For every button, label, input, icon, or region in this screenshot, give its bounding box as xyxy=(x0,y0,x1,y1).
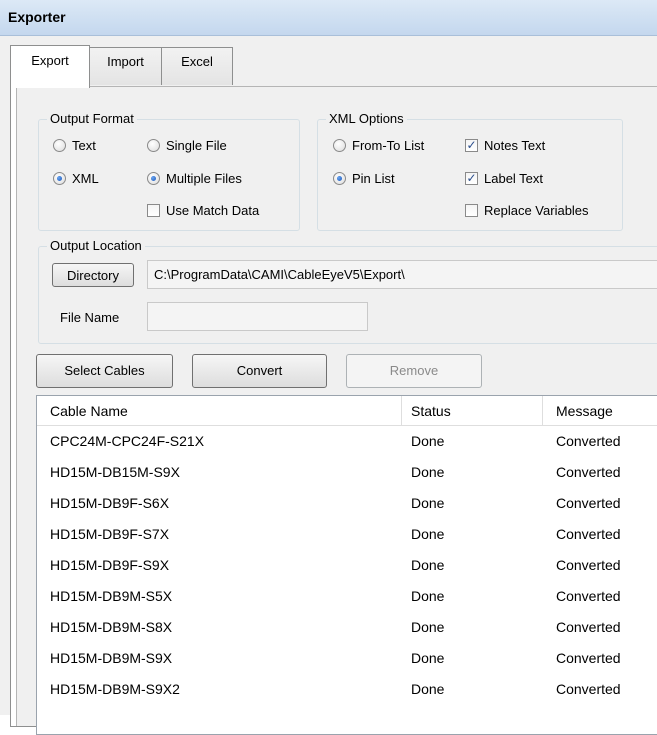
directory-button[interactable]: Directory xyxy=(52,263,134,287)
status-cell: Done xyxy=(411,588,445,604)
xml-radio-button[interactable] xyxy=(53,172,66,185)
tab-export[interactable]: Export xyxy=(10,45,90,88)
status-cell: Done xyxy=(411,681,445,697)
tab-export-label: Export xyxy=(31,53,69,68)
exporter-window: Exporter Export Import Excel Output Form… xyxy=(0,0,657,735)
pin-list-radio[interactable]: Pin List xyxy=(333,171,395,186)
label-text-checkbox-box[interactable]: ✓ xyxy=(465,172,478,185)
replace-variables-checkbox-box[interactable] xyxy=(465,204,478,217)
directory-path-value: C:\ProgramData\CAMI\CableEyeV5\Export\ xyxy=(154,267,405,282)
table-row[interactable]: HD15M-DB9M-S5X Done Converted xyxy=(37,582,657,612)
remove-button[interactable]: Remove xyxy=(346,354,482,388)
text-radio-button[interactable] xyxy=(53,139,66,152)
column-header-status-label: Status xyxy=(411,403,451,419)
pin-list-radio-button[interactable] xyxy=(333,172,346,185)
tab-import[interactable]: Import xyxy=(89,47,162,85)
single-file-radio[interactable]: Single File xyxy=(147,138,227,153)
cables-list[interactable]: Cable Name Status Message CPC24M-CPC24F-… xyxy=(36,395,657,735)
xml-radio-label: XML xyxy=(72,171,99,186)
cable-name-cell: HD15M-DB9F-S9X xyxy=(50,557,170,573)
notes-text-checkbox-box[interactable]: ✓ xyxy=(465,139,478,152)
remove-button-label: Remove xyxy=(389,363,439,378)
status-cell: Done xyxy=(411,464,445,480)
label-text-checkbox[interactable]: ✓ Label Text xyxy=(465,171,543,186)
pin-list-label: Pin List xyxy=(352,171,395,186)
file-name-field[interactable] xyxy=(147,302,368,331)
column-header-status[interactable]: Status xyxy=(402,396,543,426)
cable-name-cell: HD15M-DB9M-S5X xyxy=(50,588,173,604)
multiple-files-radio[interactable]: Multiple Files xyxy=(147,171,242,186)
message-cell: Converted xyxy=(556,588,621,604)
replace-variables-label: Replace Variables xyxy=(484,203,589,218)
from-to-list-radio-button[interactable] xyxy=(333,139,346,152)
message-cell: Converted xyxy=(556,464,621,480)
output-format-legend: Output Format xyxy=(47,111,137,126)
message-cell: Converted xyxy=(556,495,621,511)
xml-options-legend: XML Options xyxy=(326,111,407,126)
table-row[interactable]: CPC24M-CPC24F-S21X Done Converted xyxy=(37,427,657,457)
column-header-cable-name[interactable]: Cable Name xyxy=(37,396,402,426)
convert-button-label: Convert xyxy=(236,363,283,378)
convert-button[interactable]: Convert xyxy=(192,354,327,388)
label-text-label: Label Text xyxy=(484,171,544,186)
status-cell: Done xyxy=(411,433,445,449)
multiple-files-radio-button[interactable] xyxy=(147,172,160,185)
table-row[interactable]: HD15M-DB9F-S7X Done Converted xyxy=(37,520,657,550)
directory-button-label: Directory xyxy=(66,268,119,283)
cable-name-cell: HD15M-DB9M-S8X xyxy=(50,619,173,635)
table-row[interactable]: HD15M-DB9F-S6X Done Converted xyxy=(37,489,657,519)
table-row[interactable]: HD15M-DB15M-S9X Done Converted xyxy=(37,458,657,488)
status-cell: Done xyxy=(411,619,445,635)
message-cell: Converted xyxy=(556,619,621,635)
text-radio[interactable]: Text xyxy=(53,138,96,153)
message-cell: Converted xyxy=(556,526,621,542)
message-cell: Converted xyxy=(556,557,621,573)
message-cell: Converted xyxy=(556,433,621,449)
table-row[interactable]: HD15M-DB9M-S8X Done Converted xyxy=(37,613,657,643)
status-cell: Done xyxy=(411,495,445,511)
cable-name-cell: HD15M-DB9F-S7X xyxy=(50,526,170,542)
single-file-radio-label: Single File xyxy=(166,138,227,153)
table-row[interactable]: HD15M-DB9M-S9X Done Converted xyxy=(37,644,657,674)
status-cell: Done xyxy=(411,650,445,666)
window-title: Exporter xyxy=(8,9,66,25)
message-cell: Converted xyxy=(556,650,621,666)
select-cables-button[interactable]: Select Cables xyxy=(36,354,173,388)
use-match-data-label: Use Match Data xyxy=(166,203,260,218)
cable-name-cell: CPC24M-CPC24F-S21X xyxy=(50,433,205,449)
multiple-files-radio-label: Multiple Files xyxy=(166,171,242,186)
tab-excel-label: Excel xyxy=(181,54,213,69)
notes-text-label: Notes Text xyxy=(484,138,546,153)
table-row[interactable]: HD15M-DB9F-S9X Done Converted xyxy=(37,551,657,581)
column-header-message-label: Message xyxy=(556,403,613,419)
select-cables-button-label: Select Cables xyxy=(64,363,145,378)
text-radio-label: Text xyxy=(72,138,96,153)
cable-name-cell: HD15M-DB9F-S6X xyxy=(50,495,170,511)
tab-excel[interactable]: Excel xyxy=(161,47,233,85)
single-file-radio-button[interactable] xyxy=(147,139,160,152)
output-location-legend: Output Location xyxy=(47,238,145,253)
column-header-cable-name-label: Cable Name xyxy=(50,403,128,419)
title-bar: Exporter xyxy=(0,0,657,36)
cable-name-cell: HD15M-DB9M-S9X2 xyxy=(50,681,180,697)
use-match-data-checkbox-box[interactable] xyxy=(147,204,160,217)
cable-name-cell: HD15M-DB9M-S9X xyxy=(50,650,173,666)
table-row[interactable]: HD15M-DB9M-S9X2 Done Converted xyxy=(37,675,657,705)
status-cell: Done xyxy=(411,526,445,542)
xml-radio[interactable]: XML xyxy=(53,171,99,186)
replace-variables-checkbox[interactable]: Replace Variables xyxy=(465,203,589,218)
file-name-label: File Name xyxy=(60,310,120,325)
notes-text-checkbox[interactable]: ✓ Notes Text xyxy=(465,138,545,153)
list-header: Cable Name Status Message xyxy=(37,396,657,426)
from-to-list-label: From-To List xyxy=(352,138,425,153)
column-header-message[interactable]: Message xyxy=(543,396,657,426)
directory-path-field[interactable]: C:\ProgramData\CAMI\CableEyeV5\Export\ xyxy=(147,260,657,289)
use-match-data-checkbox[interactable]: Use Match Data xyxy=(147,203,259,218)
tab-import-label: Import xyxy=(107,54,144,69)
message-cell: Converted xyxy=(556,681,621,697)
status-cell: Done xyxy=(411,557,445,573)
cable-name-cell: HD15M-DB15M-S9X xyxy=(50,464,180,480)
from-to-list-radio[interactable]: From-To List xyxy=(333,138,424,153)
